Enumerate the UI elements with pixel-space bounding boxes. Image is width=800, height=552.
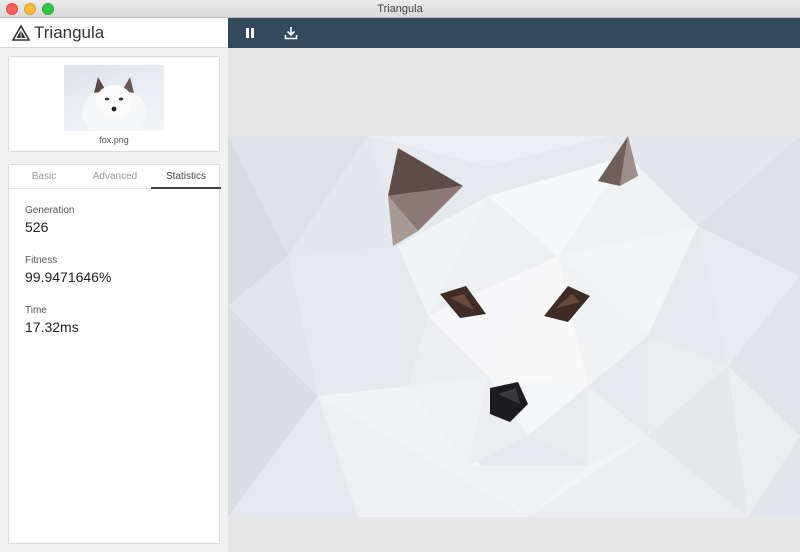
triangulated-output-image [228,136,800,517]
download-button[interactable] [283,25,299,41]
source-image-card[interactable]: fox.png [8,56,220,152]
window-titlebar: Triangula [0,0,800,18]
panel-tabs: Basic Advanced Statistics [9,165,221,189]
stat-fitness: Fitness 99.9471646% [25,255,111,285]
sidebar: Triangula fox.png Basic Advanced Statist… [0,18,228,552]
tab-advanced[interactable]: Advanced [79,165,151,189]
settings-panel: Basic Advanced Statistics Generation 526… [8,164,221,544]
minimize-window-button[interactable] [24,3,36,15]
tab-basic[interactable]: Basic [9,165,79,189]
pause-icon [246,28,254,38]
source-image-thumbnail[interactable] [64,65,164,131]
triangula-logo-icon [12,23,30,41]
zoom-window-button[interactable] [42,3,54,15]
stat-generation-value: 526 [25,219,49,235]
stat-time-label: Time [25,305,47,316]
stat-generation: Generation 526 [25,205,74,235]
stat-fitness-value: 99.9471646% [25,269,112,285]
stat-generation-label: Generation [25,205,75,216]
canvas-area [228,48,800,552]
stat-time-value: 17.32ms [25,319,79,335]
app-header: Triangula [0,18,228,48]
window-title: Triangula [377,3,423,15]
toolbar [228,18,800,48]
app-name: Triangula [34,22,105,42]
stat-time: Time 17.32ms [25,305,79,335]
tab-statistics[interactable]: Statistics [151,165,221,189]
pause-button[interactable] [242,25,258,41]
close-window-button[interactable] [6,3,18,15]
stat-fitness-label: Fitness [25,255,58,266]
source-image-filename: fox.png [99,135,129,145]
download-icon [284,27,298,40]
